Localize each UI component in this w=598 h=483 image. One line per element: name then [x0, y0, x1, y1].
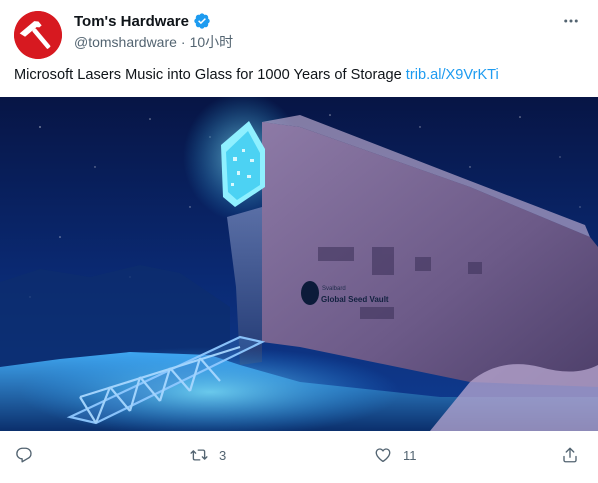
- separator-dot: ·: [180, 33, 186, 50]
- author-handle[interactable]: @tomshardware: [74, 34, 177, 50]
- author-display-name[interactable]: Tom's Hardware: [74, 13, 189, 30]
- tweet-link[interactable]: trib.al/X9VrKTi: [406, 67, 499, 83]
- tweet-body: Microsoft Lasers Music into Glass for 10…: [14, 67, 402, 83]
- heart-icon: [375, 448, 391, 463]
- tweet-image[interactable]: Svalbard Global Seed Vault: [0, 97, 598, 431]
- tweet-card[interactable]: Tom's Hardware @tomshardware · 10小时 Micr…: [0, 0, 598, 483]
- like-count: 11: [403, 447, 417, 463]
- share-button[interactable]: [561, 440, 579, 470]
- tweet-actions: 3 11: [0, 440, 598, 470]
- reply-icon: [16, 447, 32, 463]
- avatar[interactable]: [14, 11, 62, 59]
- seed-vault-photo: Svalbard Global Seed Vault: [0, 97, 598, 431]
- reply-button[interactable]: [15, 440, 33, 470]
- retweet-count: 3: [219, 447, 227, 463]
- more-icon: [564, 19, 578, 23]
- tweet-text: Microsoft Lasers Music into Glass for 10…: [14, 65, 584, 85]
- sign-small-text: Svalbard: [322, 286, 346, 292]
- more-button[interactable]: [560, 12, 582, 30]
- like-button[interactable]: 11: [374, 440, 417, 470]
- retweet-icon: [190, 449, 208, 461]
- hammer-logo-icon: [14, 11, 62, 59]
- sign-text: Global Seed Vault: [321, 295, 389, 304]
- share-icon: [563, 447, 577, 463]
- tweet-timestamp[interactable]: 10小时: [190, 32, 234, 52]
- retweet-button[interactable]: 3: [190, 440, 226, 470]
- verified-badge-icon: [194, 13, 210, 29]
